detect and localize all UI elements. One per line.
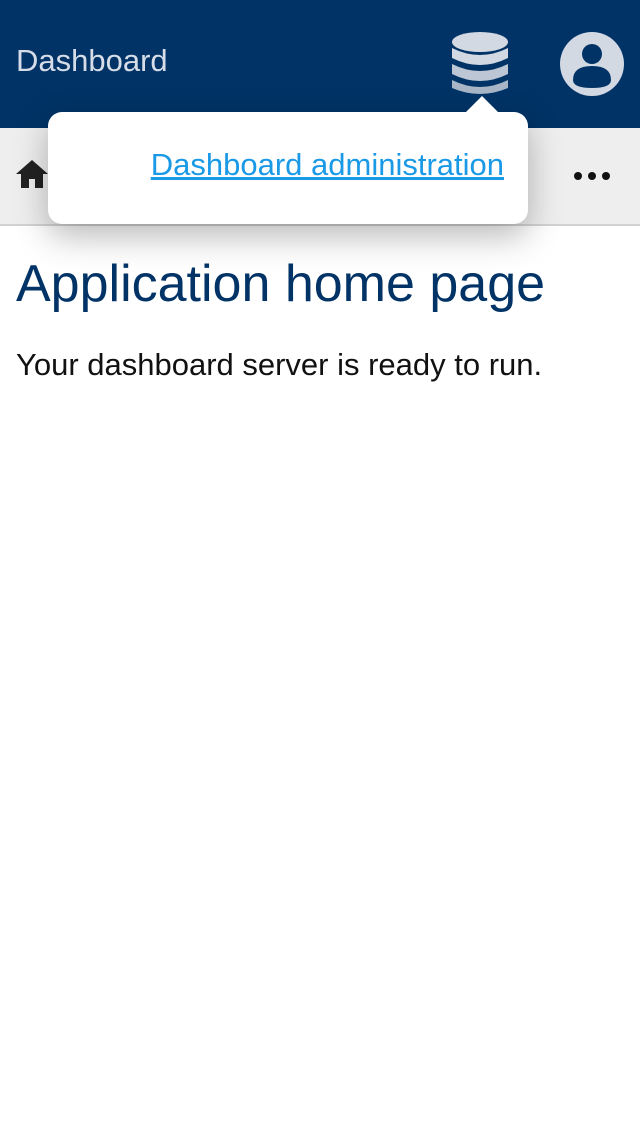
home-icon[interactable] [14, 156, 50, 192]
dashboard-administration-link[interactable]: Dashboard administration [151, 146, 504, 184]
app-title: Dashboard [16, 43, 168, 78]
account-circle-icon[interactable] [558, 30, 626, 98]
page-description: Your dashboard server is ready to run. [16, 347, 543, 382]
top-app-bar: Dashboard [0, 0, 640, 128]
more-horizontal-icon[interactable] [572, 164, 612, 188]
database-menu-popover: Dashboard administration [48, 96, 528, 224]
popover-arrow [466, 96, 498, 112]
page-title: Application home page [16, 255, 546, 313]
database-icon[interactable] [450, 30, 510, 98]
